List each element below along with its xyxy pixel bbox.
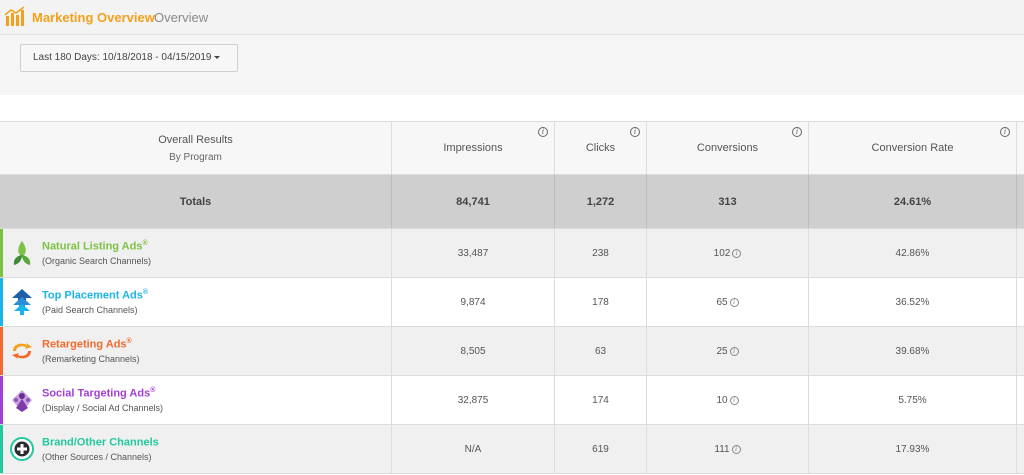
info-icon[interactable]: i (538, 127, 548, 137)
conversions-value: 102 (713, 247, 731, 259)
totals-impressions: 84,741 (392, 175, 555, 228)
program-subtitle: (Remarketing Channels) (42, 353, 140, 364)
conversions-value: 65 (716, 296, 728, 308)
totals-row: Totals 84,741 1,272 313 24.61% (0, 175, 1024, 229)
impressions-value: 33,487 (392, 229, 555, 277)
program-cell: Retargeting Ads® (Remarketing Channels) (0, 327, 392, 375)
leaf-icon (13, 241, 31, 265)
swirl-arrow-icon (12, 343, 32, 359)
info-icon[interactable]: i (729, 395, 739, 405)
info-icon[interactable]: i (731, 444, 741, 454)
column-header-label: Conversion Rate (871, 142, 954, 154)
filter-bar: Last 180 Days: 10/18/2018 - 04/15/2019 (0, 35, 1024, 95)
program-cell: Social Targeting Ads® (Display / Social … (0, 376, 392, 424)
column-overflow (1017, 425, 1024, 473)
program-name[interactable]: Brand/Other Channels (42, 436, 159, 449)
column-header-label: Conversions (696, 142, 759, 154)
column-header-label: Impressions (443, 142, 503, 154)
program-text: Social Targeting Ads® (Display / Social … (42, 387, 163, 413)
plus-circle-icon (10, 437, 34, 461)
conversions-value: 111 (714, 443, 730, 455)
column-header-program-title: Overall Results (158, 133, 233, 146)
results-table: Overall Results By Program Impressions i… (0, 121, 1024, 475)
diamond-people-icon (12, 390, 32, 412)
spacer (0, 95, 1024, 121)
program-text: Top Placement Ads® (Paid Search Channels… (42, 289, 148, 315)
totals-conversions: 313 (647, 175, 809, 228)
info-icon[interactable]: i (1000, 127, 1010, 137)
column-header-label: Clicks (585, 142, 616, 154)
table-row[interactable]: Natural Listing Ads® (Organic Search Cha… (0, 229, 1024, 278)
column-header-program-subtitle: By Program (169, 151, 222, 163)
column-header-conversions[interactable]: Conversions i (647, 122, 809, 174)
program-text: Natural Listing Ads® (Organic Search Cha… (42, 240, 151, 266)
conversion-rate-value: 17.93% (809, 425, 1017, 473)
program-subtitle: (Paid Search Channels) (42, 304, 138, 315)
program-text: Retargeting Ads® (Remarketing Channels) (42, 338, 140, 364)
conversion-rate-value: 36.52% (809, 278, 1017, 326)
clicks-value: 619 (555, 425, 647, 473)
info-icon[interactable]: i (792, 127, 802, 137)
program-cell: Top Placement Ads® (Paid Search Channels… (0, 278, 392, 326)
conversions-cell: 10 i (647, 376, 809, 424)
column-overflow (1017, 122, 1024, 174)
conversions-value: 25 (716, 345, 728, 357)
impressions-value: N/A (392, 425, 555, 473)
column-header-impressions[interactable]: Impressions i (392, 122, 555, 174)
conversions-value: 10 (716, 394, 728, 406)
totals-conversion-rate: 24.61% (809, 175, 1017, 228)
column-overflow (1017, 327, 1024, 375)
table-header-row: Overall Results By Program Impressions i… (0, 122, 1024, 175)
info-icon[interactable]: i (732, 248, 742, 258)
column-overflow (1017, 278, 1024, 326)
conversions-cell: 111 i (647, 425, 809, 473)
program-name[interactable]: Social Targeting Ads® (42, 387, 163, 400)
date-range-label: Last 180 Days: 10/18/2018 - 04/15/2019 (33, 52, 212, 63)
totals-label: Totals (0, 175, 392, 228)
column-header-clicks[interactable]: Clicks i (555, 122, 647, 174)
clicks-value: 63 (555, 327, 647, 375)
clicks-value: 174 (555, 376, 647, 424)
column-overflow (1017, 376, 1024, 424)
impressions-value: 8,505 (392, 327, 555, 375)
info-icon[interactable]: i (630, 127, 640, 137)
program-name[interactable]: Natural Listing Ads® (42, 240, 151, 253)
conversions-cell: 102 i (647, 229, 809, 277)
column-overflow (1017, 229, 1024, 277)
conversions-cell: 65 i (647, 278, 809, 326)
date-range-dropdown[interactable]: Last 180 Days: 10/18/2018 - 04/15/2019 (20, 44, 238, 72)
program-subtitle: (Organic Search Channels) (42, 255, 152, 266)
column-header-conversion-rate[interactable]: Conversion Rate i (809, 122, 1017, 174)
page-title: Marketing Overview (32, 10, 155, 25)
info-icon[interactable]: i (729, 346, 739, 356)
bar-chart-logo-icon (4, 6, 25, 26)
column-overflow (1017, 175, 1024, 228)
conversions-cell: 25 i (647, 327, 809, 375)
table-row[interactable]: Retargeting Ads® (Remarketing Channels) … (0, 327, 1024, 376)
totals-clicks: 1,272 (555, 175, 647, 228)
program-name[interactable]: Retargeting Ads® (42, 338, 140, 351)
clicks-value: 238 (555, 229, 647, 277)
conversion-rate-value: 42.86% (809, 229, 1017, 277)
breadcrumb[interactable]: Overview (154, 10, 208, 25)
program-text: Brand/Other Channels (Other Sources / Ch… (42, 436, 159, 462)
program-subtitle: (Display / Social Ad Channels) (42, 402, 164, 413)
caret-down-icon (214, 55, 221, 59)
arrow-up-icon (12, 289, 32, 315)
program-subtitle: (Other Sources / Channels) (42, 451, 152, 462)
top-bar: Marketing Overview Overview (0, 0, 1024, 35)
program-cell: Brand/Other Channels (Other Sources / Ch… (0, 425, 392, 473)
table-row[interactable]: Brand/Other Channels (Other Sources / Ch… (0, 425, 1024, 474)
conversion-rate-value: 5.75% (809, 376, 1017, 424)
impressions-value: 9,874 (392, 278, 555, 326)
clicks-value: 178 (555, 278, 647, 326)
table-row[interactable]: Top Placement Ads® (Paid Search Channels… (0, 278, 1024, 327)
table-row[interactable]: Social Targeting Ads® (Display / Social … (0, 376, 1024, 425)
conversion-rate-value: 39.68% (809, 327, 1017, 375)
impressions-value: 32,875 (392, 376, 555, 424)
program-cell: Natural Listing Ads® (Organic Search Cha… (0, 229, 392, 277)
column-header-program: Overall Results By Program (0, 122, 392, 174)
info-icon[interactable]: i (729, 297, 739, 307)
program-name[interactable]: Top Placement Ads® (42, 289, 148, 302)
